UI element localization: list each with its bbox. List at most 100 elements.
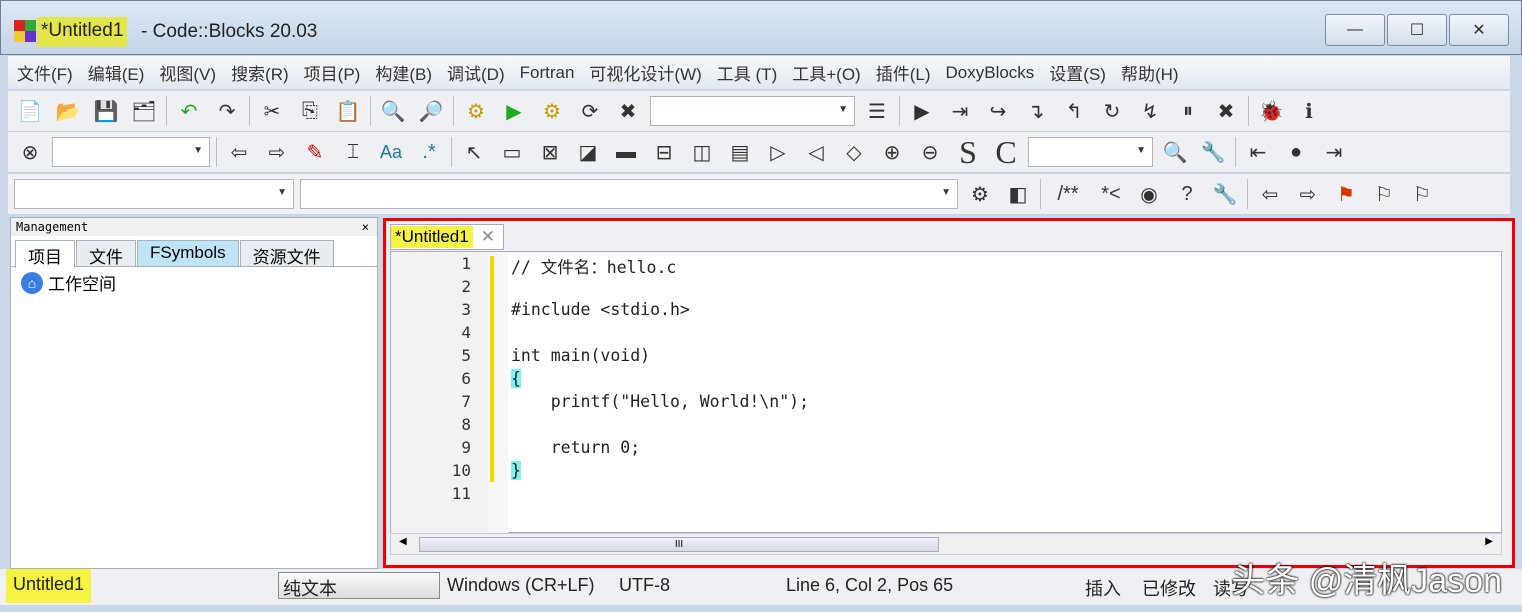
cut-icon[interactable]: ✂ — [256, 95, 288, 127]
maximize-button[interactable]: ☐ — [1387, 14, 1447, 46]
build-gear-icon[interactable]: ⚙ — [460, 95, 492, 127]
undo-icon[interactable]: ↶ — [173, 95, 205, 127]
abort-icon[interactable]: ✖ — [612, 95, 644, 127]
menu-debug[interactable]: 调试(D) — [438, 60, 511, 85]
scroll-thumb[interactable]: III — [419, 537, 939, 552]
menu-view[interactable]: 视图(V) — [150, 60, 222, 85]
build-target-select[interactable] — [650, 96, 855, 126]
incremental-search-combo[interactable] — [1028, 137, 1153, 167]
step-into-icon[interactable]: ↴ — [1020, 95, 1052, 127]
doxy-chm-icon[interactable]: ? — [1171, 178, 1203, 210]
tab-close-icon[interactable]: ✕ — [481, 227, 495, 247]
replace-icon[interactable]: 🔎 — [415, 95, 447, 127]
menu-file[interactable]: 文件(F) — [8, 60, 79, 85]
find-icon[interactable]: 🔍 — [377, 95, 409, 127]
step-out-icon[interactable]: ↰ — [1058, 95, 1090, 127]
doxy-html-icon[interactable]: ◉ — [1133, 178, 1165, 210]
menu-doxyblocks[interactable]: DoxyBlocks — [937, 63, 1041, 83]
code-editor[interactable]: 1// 文件名：hello.c23#include <stdio.h>45int… — [390, 251, 1502, 533]
debug-run-icon[interactable]: ▶ — [906, 95, 938, 127]
toggle-bookmark-icon[interactable]: ● — [1280, 136, 1312, 168]
save-icon[interactable]: 💾 — [90, 95, 122, 127]
menu-project[interactable]: 项目(P) — [295, 60, 367, 85]
clear-icon[interactable]: ⊗ — [14, 136, 46, 168]
jump-forward-icon[interactable]: ⇨ — [1292, 178, 1324, 210]
tab-fsymbols[interactable]: FSymbols — [137, 240, 239, 266]
scroll-left-icon[interactable]: ◀ — [399, 536, 407, 547]
menu-build[interactable]: 构建(B) — [366, 60, 438, 85]
open-icon[interactable]: 📂 — [52, 95, 84, 127]
tab-files[interactable]: 文件 — [76, 240, 136, 266]
scope-select[interactable] — [14, 179, 294, 209]
menu-settings[interactable]: 设置(S) — [1040, 60, 1112, 85]
management-close-icon[interactable]: × — [362, 220, 369, 234]
selected-text-icon[interactable]: ⌶ — [337, 136, 369, 168]
paste-icon[interactable]: 📋 — [332, 95, 364, 127]
while-icon[interactable]: ⊟ — [648, 136, 680, 168]
pause-icon[interactable]: ⏸ — [1172, 95, 1204, 127]
prev-bookmark-icon[interactable]: ⇤ — [1242, 136, 1274, 168]
search-forward-icon[interactable]: ⇨ — [261, 136, 293, 168]
highlight-icon[interactable]: ✎ — [299, 136, 331, 168]
jump-back-icon[interactable]: ⇦ — [1254, 178, 1286, 210]
copy-icon[interactable]: ⎘ — [294, 95, 326, 127]
export-s-icon[interactable]: S — [952, 136, 984, 168]
function-select[interactable] — [300, 179, 958, 209]
save-all-icon[interactable]: 🗂 — [128, 95, 160, 127]
next-line-icon[interactable]: ↪ — [982, 95, 1014, 127]
doxy-wizard-icon[interactable]: ⚙ — [964, 178, 996, 210]
loop-icon[interactable]: ▬ — [610, 136, 642, 168]
step-instruction-icon[interactable]: ↯ — [1134, 95, 1166, 127]
show-targets-icon[interactable]: ☰ — [861, 95, 893, 127]
search-doc-icon[interactable]: 🔍 — [1159, 136, 1191, 168]
menu-search[interactable]: 搜索(R) — [222, 60, 295, 85]
break-icon[interactable]: ▷ — [762, 136, 794, 168]
doxy-block-comment-icon[interactable]: /** — [1047, 178, 1089, 210]
block-icon[interactable]: ▭ — [496, 136, 528, 168]
horizontal-scrollbar[interactable]: ◀ III ▶ — [390, 533, 1502, 555]
debug-windows-icon[interactable]: 🐞 — [1255, 95, 1287, 127]
export-c-icon[interactable]: C — [990, 136, 1022, 168]
return-icon[interactable]: ◇ — [838, 136, 870, 168]
doxy-extract-icon[interactable]: ◧ — [1002, 178, 1034, 210]
if-icon[interactable]: ⊠ — [534, 136, 566, 168]
scroll-right-icon[interactable]: ▶ — [1485, 536, 1493, 547]
rebuild-icon[interactable]: ⟳ — [574, 95, 606, 127]
stop-debug-icon[interactable]: ✖ — [1210, 95, 1242, 127]
pointer-icon[interactable]: ↖ — [458, 136, 490, 168]
zoom-in-icon[interactable]: ⊕ — [876, 136, 908, 168]
minimize-button[interactable]: — — [1325, 14, 1385, 46]
menu-help[interactable]: 帮助(H) — [1112, 60, 1185, 85]
search-combo[interactable] — [52, 137, 210, 167]
search-back-icon[interactable]: ⇦ — [223, 136, 255, 168]
tab-projects[interactable]: 项目 — [15, 240, 75, 268]
menu-edit[interactable]: 编辑(E) — [79, 60, 151, 85]
match-case-icon[interactable]: Aa — [375, 136, 407, 168]
repeat-icon[interactable]: ◫ — [686, 136, 718, 168]
continue-icon[interactable]: ◁ — [800, 136, 832, 168]
editor-tab[interactable]: *Untitled1 ✕ — [390, 224, 504, 250]
wrench-icon[interactable]: 🔧 — [1197, 136, 1229, 168]
menu-plugins[interactable]: 插件(L) — [867, 60, 937, 85]
doxy-config-icon[interactable]: 🔧 — [1209, 178, 1241, 210]
doxy-line-comment-icon[interactable]: *< — [1095, 178, 1127, 210]
menu-fortran[interactable]: Fortran — [511, 63, 581, 83]
prev-flag-icon[interactable]: ⚐ — [1368, 178, 1400, 210]
build-run-icon[interactable]: ⚙ — [536, 95, 568, 127]
switch-icon[interactable]: ◪ — [572, 136, 604, 168]
flag-icon[interactable]: ⚑ — [1330, 178, 1362, 210]
workspace-item[interactable]: ⌂ 工作空间 — [11, 267, 377, 298]
next-bookmark-icon[interactable]: ⇥ — [1318, 136, 1350, 168]
next-instruction-icon[interactable]: ↻ — [1096, 95, 1128, 127]
status-language[interactable]: 纯文本 — [278, 572, 440, 599]
run-icon[interactable]: ▶ — [498, 95, 530, 127]
tab-resources[interactable]: 资源文件 — [240, 240, 334, 266]
regex-icon[interactable]: .* — [413, 136, 445, 168]
info-icon[interactable]: ℹ — [1293, 95, 1325, 127]
menu-wxsmith[interactable]: 可视化设计(W) — [580, 60, 707, 85]
next-flag-icon[interactable]: ⚐ — [1406, 178, 1438, 210]
menu-tools-plus[interactable]: 工具+(O) — [783, 60, 866, 85]
dowhile-icon[interactable]: ▤ — [724, 136, 756, 168]
new-file-icon[interactable]: 📄 — [14, 95, 46, 127]
zoom-out-icon[interactable]: ⊖ — [914, 136, 946, 168]
